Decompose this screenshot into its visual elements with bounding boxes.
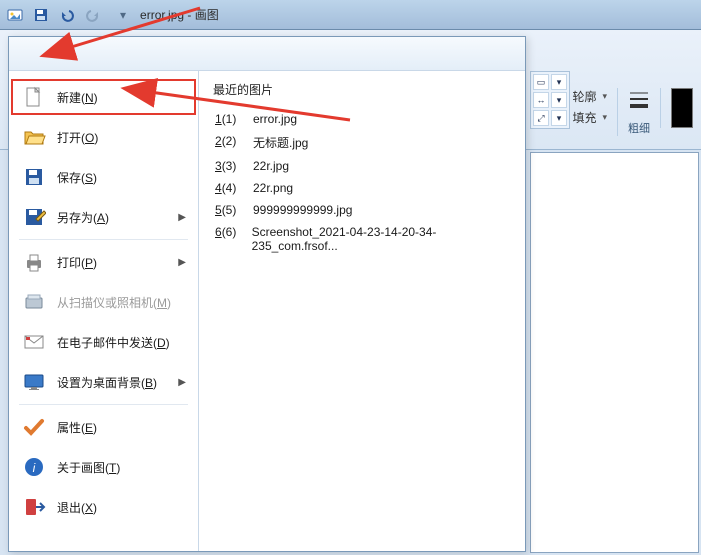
menu-item-print[interactable]: 打印(P) ▶ [9,242,198,282]
recent-filename: 22r.jpg [253,159,289,173]
menu-item-scanner: 从扫描仪或照相机(M) [9,282,198,322]
recent-header: 最近的图片 [213,81,511,98]
menu-item-label: 新建(N) [57,89,98,106]
recent-file-item[interactable]: 1(1) error.jpg [213,108,511,130]
menu-item-exit[interactable]: 退出(X) [9,487,198,527]
check-icon [21,414,47,440]
chevron-right-icon: ▶ [178,377,186,388]
menu-item-label: 从扫描仪或照相机(M) [57,294,171,311]
chevron-down-icon[interactable]: ▾ [551,110,567,126]
recent-index: 5(5) [215,203,243,217]
menu-item-check[interactable]: 属性(E) [9,407,198,447]
window-title: error.jpg - 画图 [140,6,219,23]
menu-item-label: 设置为桌面背景(B) [57,374,157,391]
menu-item-save[interactable]: 保存(S) [9,157,198,197]
recent-filename: 22r.png [253,181,293,195]
color1-swatch [671,88,693,128]
menu-item-folder-open[interactable]: 打开(O) [9,117,198,157]
recent-index: 1(1) [215,112,243,126]
chevron-right-icon: ▶ [178,212,186,223]
save-icon [21,164,47,190]
menu-item-mail[interactable]: 在电子邮件中发送(D) [9,322,198,362]
recent-file-item[interactable]: 3(3) 22r.jpg [213,155,511,177]
folder-open-icon [21,124,47,150]
recent-index: 3(3) [215,159,243,173]
menu-item-label: 打印(P) [57,254,97,271]
mini-btn[interactable]: ▭ [533,74,549,90]
mini-btn[interactable]: ⤢ [533,110,549,126]
file-menu-list: 新建(N) 打开(O) 保存(S) 另存为(A) ▶ 打印(P) ▶ 从扫描仪或照相机(M) 在… [9,71,199,551]
mini-btn[interactable]: ↔ [533,92,549,108]
qat-redo-icon[interactable] [82,4,104,26]
chevron-down-icon[interactable]: ▾ [551,92,567,108]
menu-item-info[interactable]: i 关于画图(T) [9,447,198,487]
file-new-icon [21,84,47,110]
recent-index: 4(4) [215,181,243,195]
menu-item-label: 保存(S) [57,169,97,186]
thickness-group[interactable]: 粗细 [617,88,650,136]
chevron-down-icon[interactable]: ▾ [551,74,567,90]
scanner-icon [21,289,47,315]
recent-file-item[interactable]: 5(5) 999999999999.jpg [213,199,511,221]
menu-item-label: 在电子邮件中发送(D) [57,334,170,351]
mail-icon [21,329,47,355]
recent-filename: Screenshot_2021-04-23-14-20-34-235_com.f… [252,225,509,253]
clipboard-peek: ▭▾ ↔▾ ⤢▾ [530,71,570,129]
menu-item-file-new[interactable]: 新建(N) [9,77,198,117]
recent-index: 2(2) [215,134,243,151]
thickness-icon [628,88,650,110]
color1-group[interactable] [660,88,693,128]
recent-index: 6(6) [215,225,242,253]
qat-save-icon[interactable] [30,4,52,26]
menu-item-label: 退出(X) [57,499,97,516]
recent-filename: 无标题.jpg [253,134,308,151]
menu-item-save-as[interactable]: 另存为(A) ▶ [9,197,198,237]
file-menu-dropdown: 新建(N) 打开(O) 保存(S) 另存为(A) ▶ 打印(P) ▶ 从扫描仪或照相机(M) 在… [8,36,526,552]
qat-app-icon[interactable] [4,4,26,26]
recent-file-item[interactable]: 4(4) 22r.png [213,177,511,199]
menu-item-label: 关于画图(T) [57,459,120,476]
menu-item-desktop[interactable]: 设置为桌面背景(B) ▶ [9,362,198,402]
chevron-right-icon: ▶ [178,257,186,268]
recent-filename: error.jpg [253,112,297,126]
recent-file-item[interactable]: 6(6) Screenshot_2021-04-23-14-20-34-235_c… [213,221,511,257]
menu-item-label: 属性(E) [57,419,97,436]
canvas[interactable] [530,152,699,553]
svg-text:i: i [33,461,36,475]
recent-filename: 999999999999.jpg [253,203,352,217]
menu-item-label: 打开(O) [57,129,98,146]
desktop-icon [21,369,47,395]
qat-undo-icon[interactable] [56,4,78,26]
title-bar: ▾ error.jpg - 画图 [0,0,701,30]
recent-files-panel: 最近的图片 1(1) error.jpg 2(2) 无标题.jpg 3(3) 22r.jp… [199,71,525,551]
exit-icon [21,494,47,520]
info-icon: i [21,454,47,480]
print-icon [21,249,47,275]
save-as-icon [21,204,47,230]
menu-item-label: 另存为(A) [57,209,109,226]
recent-file-item[interactable]: 2(2) 无标题.jpg [213,130,511,155]
